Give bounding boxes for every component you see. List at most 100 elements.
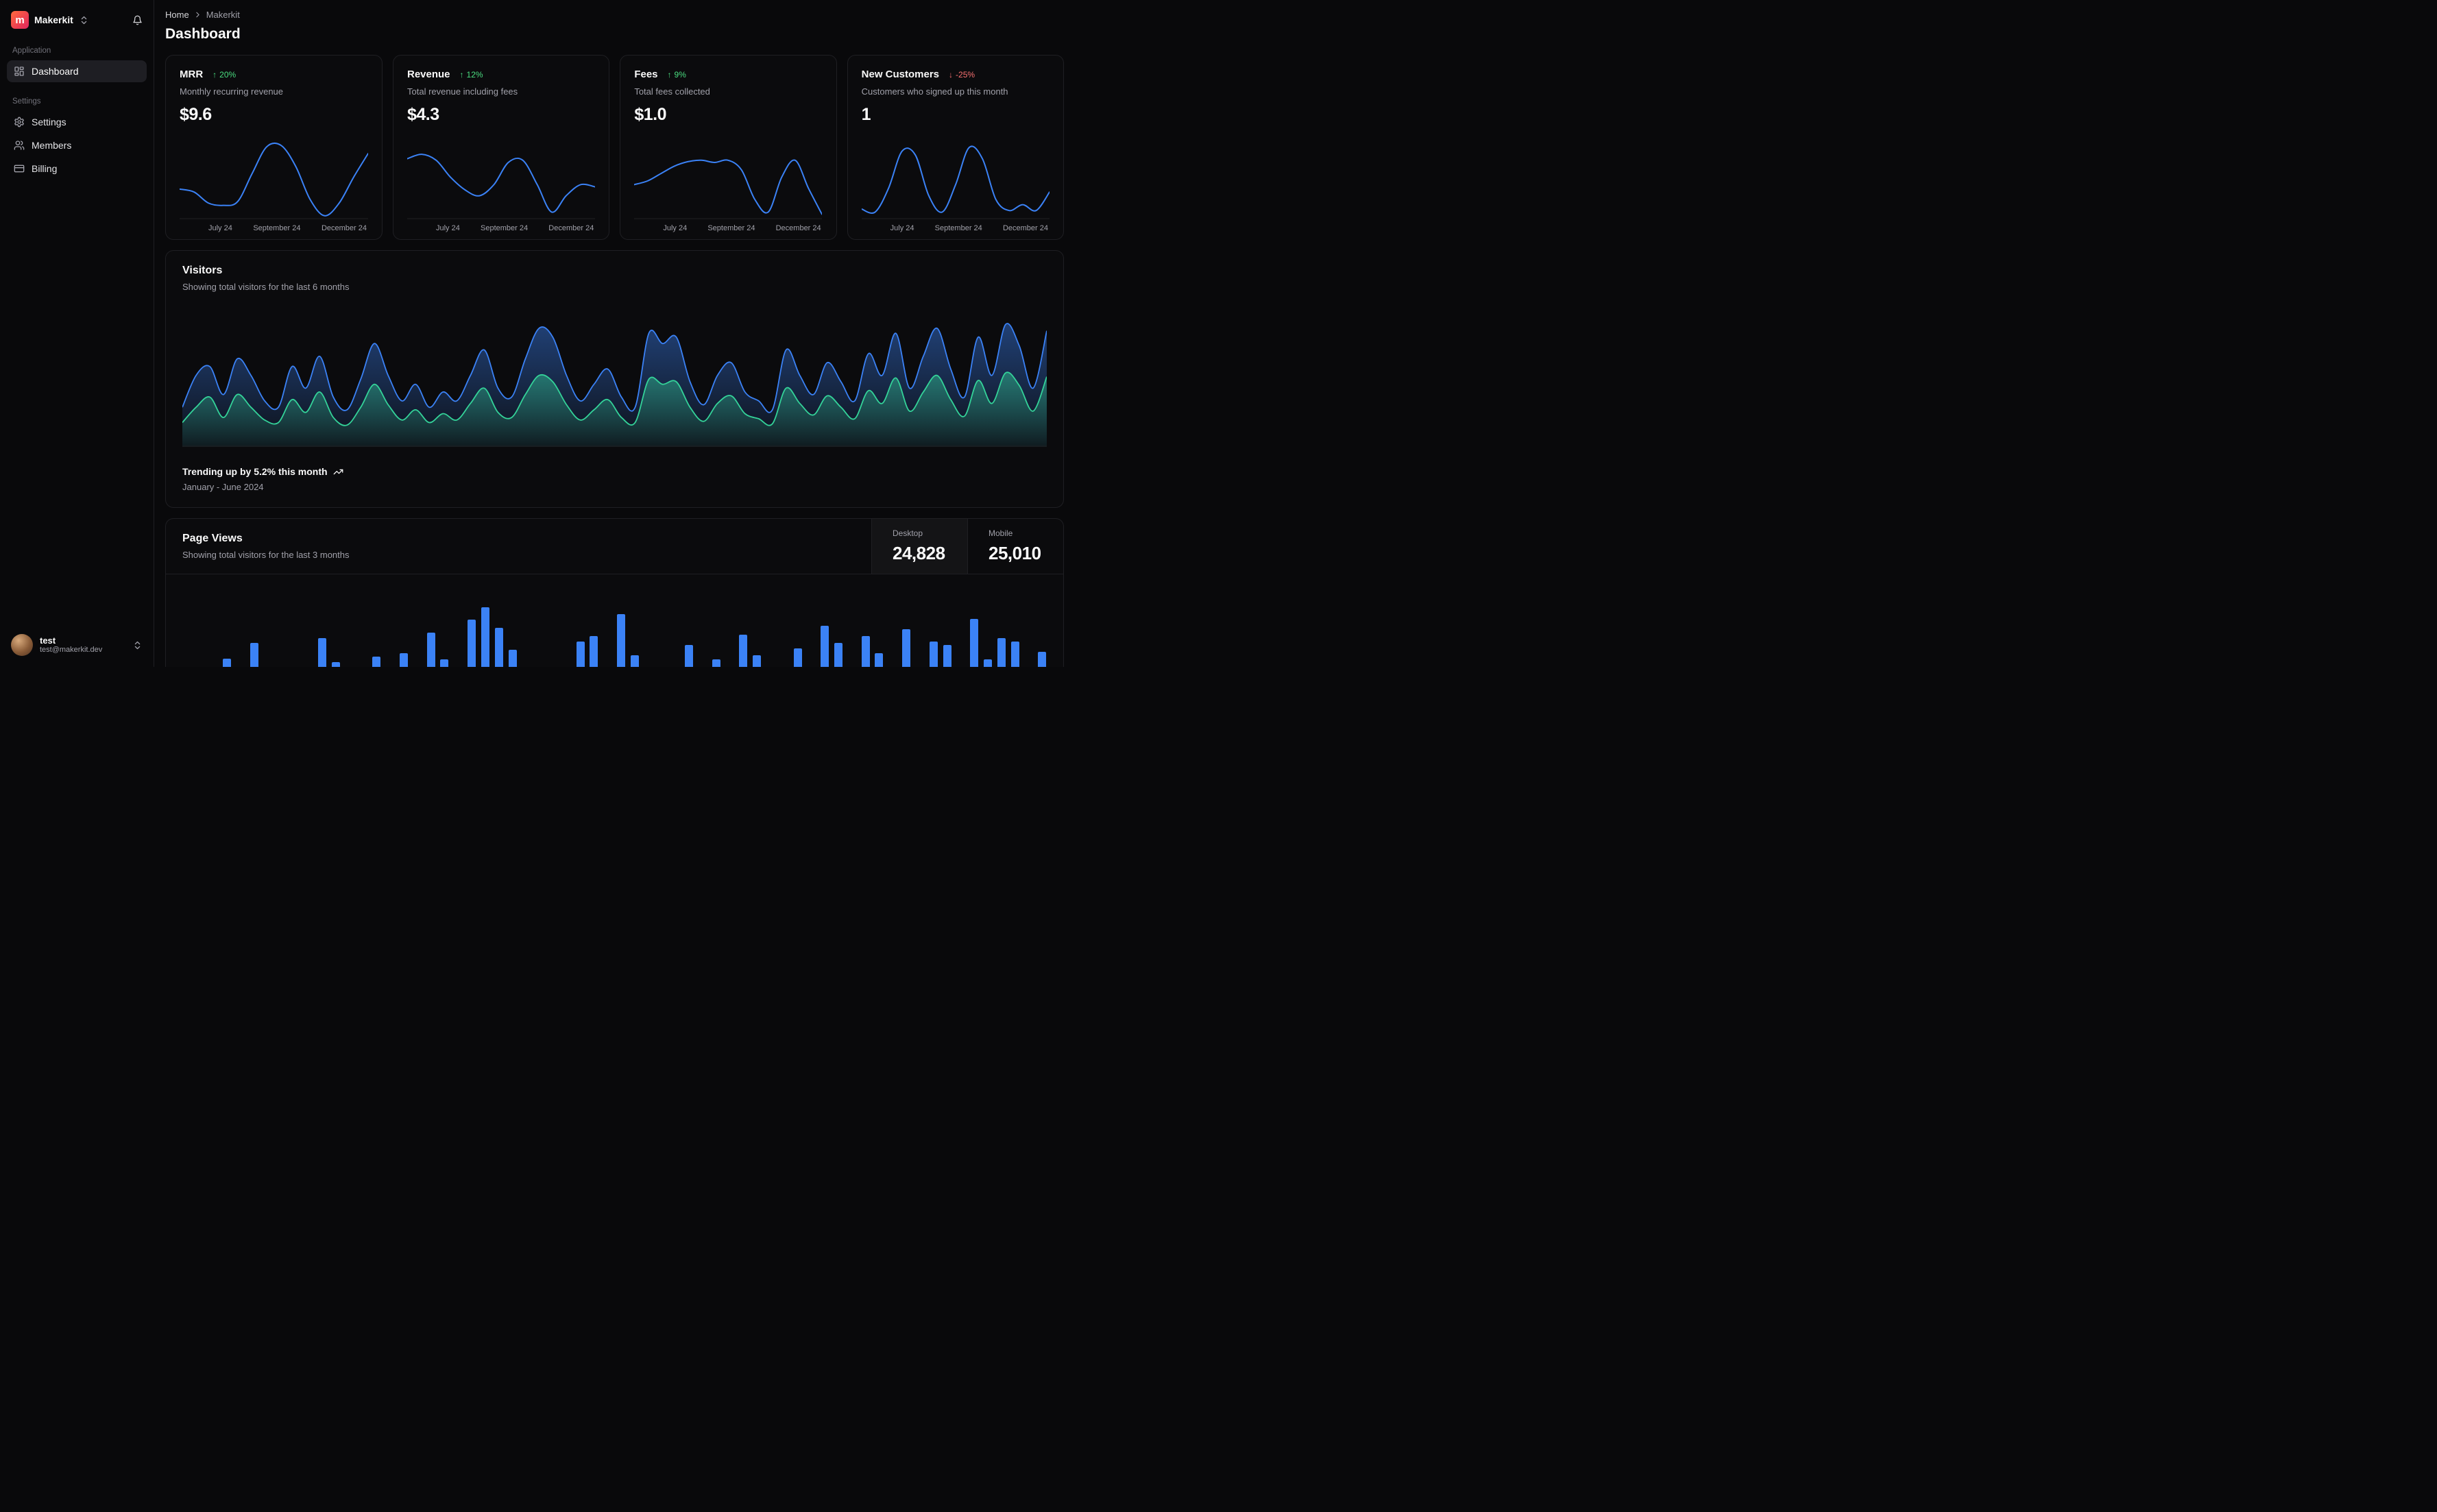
stat-value: $4.3 <box>407 105 439 124</box>
page-views-bar <box>712 659 720 667</box>
stat-card-mrr: MRR ↑ 20% Monthly recurring revenue $9.6 … <box>165 55 383 240</box>
badge-text: 12% <box>466 69 483 80</box>
page-views-bar <box>861 636 870 667</box>
spark-axis-labels: July 24 September 24 December 24 <box>663 224 821 232</box>
trend-up-icon: ↑ <box>459 69 464 80</box>
page-views-bar <box>929 641 938 667</box>
page-views-bar <box>318 637 327 667</box>
section-label-application: Application <box>12 47 51 55</box>
stat-subtitle: Monthly recurring revenue <box>180 86 284 97</box>
app-logo: m <box>11 11 29 29</box>
visitors-trend-text: Trending up by 5.2% this month <box>182 466 328 477</box>
fees-sparkline-chart <box>634 137 823 219</box>
sidebar-item-dashboard[interactable]: Dashboard <box>7 60 147 82</box>
sidebar-item-members[interactable]: Members <box>7 134 147 156</box>
page-views-bar <box>834 643 842 667</box>
badge-text: 9% <box>674 69 686 80</box>
visitors-date-range: January - June 2024 <box>182 482 264 492</box>
page-views-bar <box>739 634 748 667</box>
main-content: Home Makerkit Dashboard MRR ↑ 20% Monthly… <box>154 0 1075 667</box>
stat-title: Revenue <box>407 69 450 80</box>
sidebar: m Makerkit Application Dashboard Setting… <box>0 0 154 667</box>
page-views-bar <box>983 659 992 667</box>
sidebar-item-label: Members <box>32 140 72 151</box>
visitors-card: Visitors Showing total visitors for the … <box>165 250 1064 508</box>
trend-badge: ↑ 12% <box>460 70 483 80</box>
page-views-bar <box>875 653 884 667</box>
toggle-mobile[interactable]: Mobile 25,010 <box>967 519 1063 574</box>
page-views-bar-chart <box>182 574 1047 667</box>
sidebar-item-label: Billing <box>32 163 58 174</box>
users-icon <box>14 140 25 151</box>
user-name: test <box>40 635 56 646</box>
chevrons-up-down-icon <box>132 640 143 650</box>
sidebar-item-label: Dashboard <box>32 66 79 77</box>
trending-up-icon <box>333 467 343 477</box>
page-views-bar <box>617 613 625 667</box>
app-logo-letter: m <box>15 14 25 26</box>
trend-up-icon: ↑ <box>213 69 217 80</box>
team-switcher[interactable]: m Makerkit <box>7 8 147 32</box>
page-views-bar <box>753 655 762 667</box>
page-views-bar <box>481 607 489 667</box>
toggle-desktop[interactable]: Desktop 24,828 <box>871 519 967 574</box>
trend-down-icon: ↓ <box>949 69 954 80</box>
gear-icon <box>14 117 25 127</box>
page-views-bar <box>685 644 694 667</box>
new-customers-sparkline-chart <box>861 137 1050 219</box>
badge-text: -25% <box>956 69 975 80</box>
trend-badge: ↑ 20% <box>213 70 236 80</box>
sidebar-item-label: Settings <box>32 117 66 127</box>
chevrons-up-down-icon <box>79 15 89 25</box>
page-views-bar <box>440 659 449 667</box>
user-menu[interactable]: test test@makerkit.dev <box>7 630 147 660</box>
visitors-area-chart <box>182 311 1047 447</box>
user-email: test@makerkit.dev <box>40 646 103 654</box>
stat-value: $9.6 <box>180 105 212 124</box>
dashboard-grid-icon <box>14 66 25 77</box>
page-views-bar <box>494 627 503 667</box>
stat-card-revenue: Revenue ↑ 12% Total revenue including fee… <box>393 55 610 240</box>
toggle-value: 24,828 <box>893 543 945 563</box>
toggle-label: Desktop <box>893 528 923 538</box>
page-views-bar <box>630 655 639 667</box>
stat-value: 1 <box>861 105 871 124</box>
page-views-bar <box>576 641 585 667</box>
stat-card-new-customers: New Customers ↓ -25% Customers who signed… <box>847 55 1064 240</box>
page-views-bar <box>902 629 911 667</box>
credit-card-icon <box>14 163 25 174</box>
stat-subtitle: Customers who signed up this month <box>861 86 1008 97</box>
page-title: Dashboard <box>165 26 241 42</box>
page-views-bar <box>468 620 476 667</box>
stat-title: Fees <box>634 69 658 80</box>
trend-badge: ↓ -25% <box>949 70 975 80</box>
sidebar-item-billing[interactable]: Billing <box>7 158 147 180</box>
stat-cards-row: MRR ↑ 20% Monthly recurring revenue $9.6 … <box>165 55 1064 240</box>
page-views-bar <box>250 643 259 667</box>
revenue-sparkline-chart <box>407 137 595 219</box>
bell-icon[interactable] <box>132 15 143 25</box>
badge-text: 20% <box>219 69 237 80</box>
sidebar-item-settings[interactable]: Settings <box>7 111 147 133</box>
page-views-bar <box>372 657 381 667</box>
page-views-bar <box>426 633 435 667</box>
trend-up-icon: ↑ <box>667 69 672 80</box>
page-views-bar <box>590 636 598 667</box>
stat-value: $1.0 <box>634 105 666 124</box>
page-views-toggles: Desktop 24,828 Mobile 25,010 <box>871 519 1063 574</box>
mrr-sparkline-chart <box>180 137 368 219</box>
page-views-bar <box>943 644 951 667</box>
page-views-bar <box>793 648 802 667</box>
page-views-bar <box>970 619 979 667</box>
stat-title: MRR <box>180 69 204 80</box>
toggle-value: 25,010 <box>989 543 1041 563</box>
page-views-bar <box>331 661 340 667</box>
spark-axis-labels: July 24 September 24 December 24 <box>890 224 1048 232</box>
page-views-bar <box>1010 641 1019 667</box>
breadcrumb: Home Makerkit <box>165 10 1064 20</box>
chevron-right-icon <box>193 10 202 19</box>
page-views-bar <box>997 637 1006 667</box>
spark-axis-labels: July 24 September 24 December 24 <box>436 224 594 232</box>
page-views-bar <box>821 626 829 667</box>
breadcrumb-home[interactable]: Home <box>165 10 189 20</box>
